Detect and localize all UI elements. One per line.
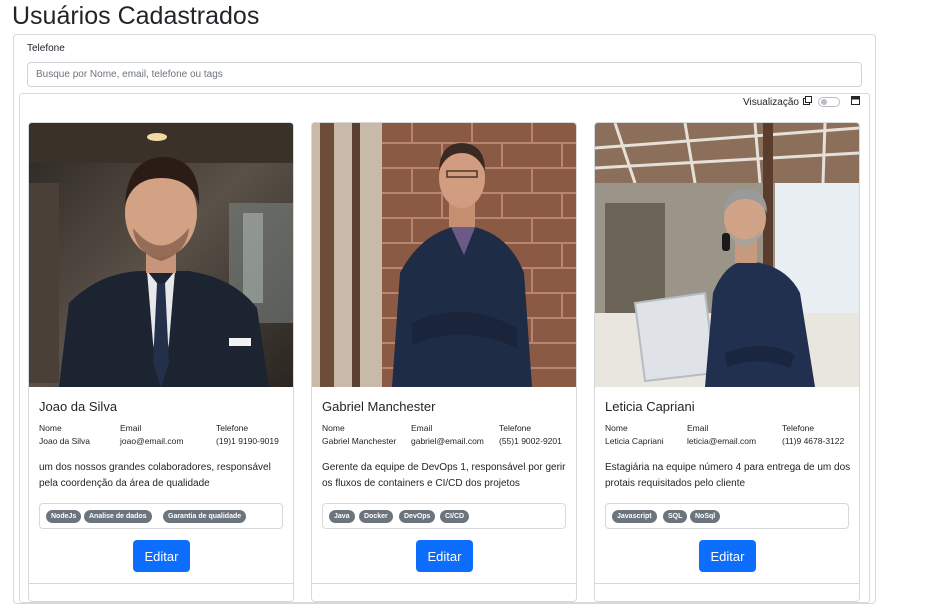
toggle-knob	[821, 99, 827, 105]
phone-value: (55)1 9002-9201	[499, 436, 562, 446]
tag: Docker	[359, 510, 393, 523]
user-photo	[29, 123, 293, 387]
view-mode-label: Visualização	[743, 97, 799, 108]
edit-button[interactable]: Editar	[133, 540, 190, 572]
tags-box: Javascript SQL NoSql	[605, 503, 849, 529]
tag: NoSql	[690, 510, 721, 523]
card-divider	[312, 583, 576, 584]
email-label: Email	[120, 423, 142, 433]
user-card: Gabriel Manchester Nome Email Telefone G…	[311, 122, 577, 602]
list-view-icon	[851, 96, 860, 105]
name-value: Leticia Capriani	[605, 436, 664, 446]
user-photo	[595, 123, 859, 387]
edit-button[interactable]: Editar	[416, 540, 473, 572]
email-label: Email	[411, 423, 433, 433]
user-card: Joao da Silva Nome Email Telefone Joao d…	[28, 122, 294, 602]
card-divider	[595, 583, 859, 584]
view-mode-toggle[interactable]	[818, 97, 840, 107]
user-card: Leticia Capriani Nome Email Telefone Let…	[594, 122, 860, 602]
name-label: Nome	[322, 423, 345, 433]
tag: CI/CD	[440, 510, 470, 523]
grid-view-icon	[803, 96, 812, 105]
tag: Java	[329, 510, 355, 523]
email-value: leticia@email.com	[687, 436, 757, 446]
email-value: joao@email.com	[120, 436, 184, 446]
card-divider	[29, 583, 293, 584]
user-name: Joao da Silva	[39, 399, 118, 414]
tag: SQL	[663, 510, 688, 523]
user-description: Estagiária na equipe número 4 para entre…	[605, 462, 851, 489]
edit-button[interactable]: Editar	[699, 540, 756, 572]
page-title: Usuários Cadastrados	[12, 2, 260, 30]
user-photo	[312, 123, 576, 387]
tag: DevOps	[399, 510, 436, 523]
user-name: Gabriel Manchester	[322, 399, 436, 414]
name-value: Gabriel Manchester	[322, 436, 397, 446]
tag: Garantia de qualidade	[163, 510, 247, 523]
tag: Javascript	[612, 510, 657, 523]
email-label: Email	[687, 423, 709, 433]
phone-label: Telefone	[216, 423, 249, 433]
phone-value: (11)9 4678-3122	[782, 436, 845, 446]
email-value: gabriel@email.com	[411, 436, 484, 446]
phone-label: Telefone	[782, 423, 815, 433]
tag: Analise de dados	[84, 510, 152, 523]
tag: NodeJs	[46, 510, 82, 523]
name-value: Joao da Silva	[39, 436, 91, 446]
name-label: Nome	[39, 423, 62, 433]
user-description: Gerente da equipe de DevOps 1, responsáv…	[322, 462, 566, 489]
search-label: Telefone	[27, 43, 65, 54]
phone-value: (19)1 9190-9019	[216, 436, 279, 446]
search-input[interactable]	[27, 62, 862, 87]
tags-box: NodeJs Analise de dados Garantia de qual…	[39, 503, 283, 529]
tags-box: Java Docker DevOps CI/CD	[322, 503, 566, 529]
user-name: Leticia Capriani	[605, 399, 695, 414]
phone-label: Telefone	[499, 423, 532, 433]
user-description: um dos nossos grandes colaboradores, res…	[39, 462, 271, 489]
name-label: Nome	[605, 423, 628, 433]
